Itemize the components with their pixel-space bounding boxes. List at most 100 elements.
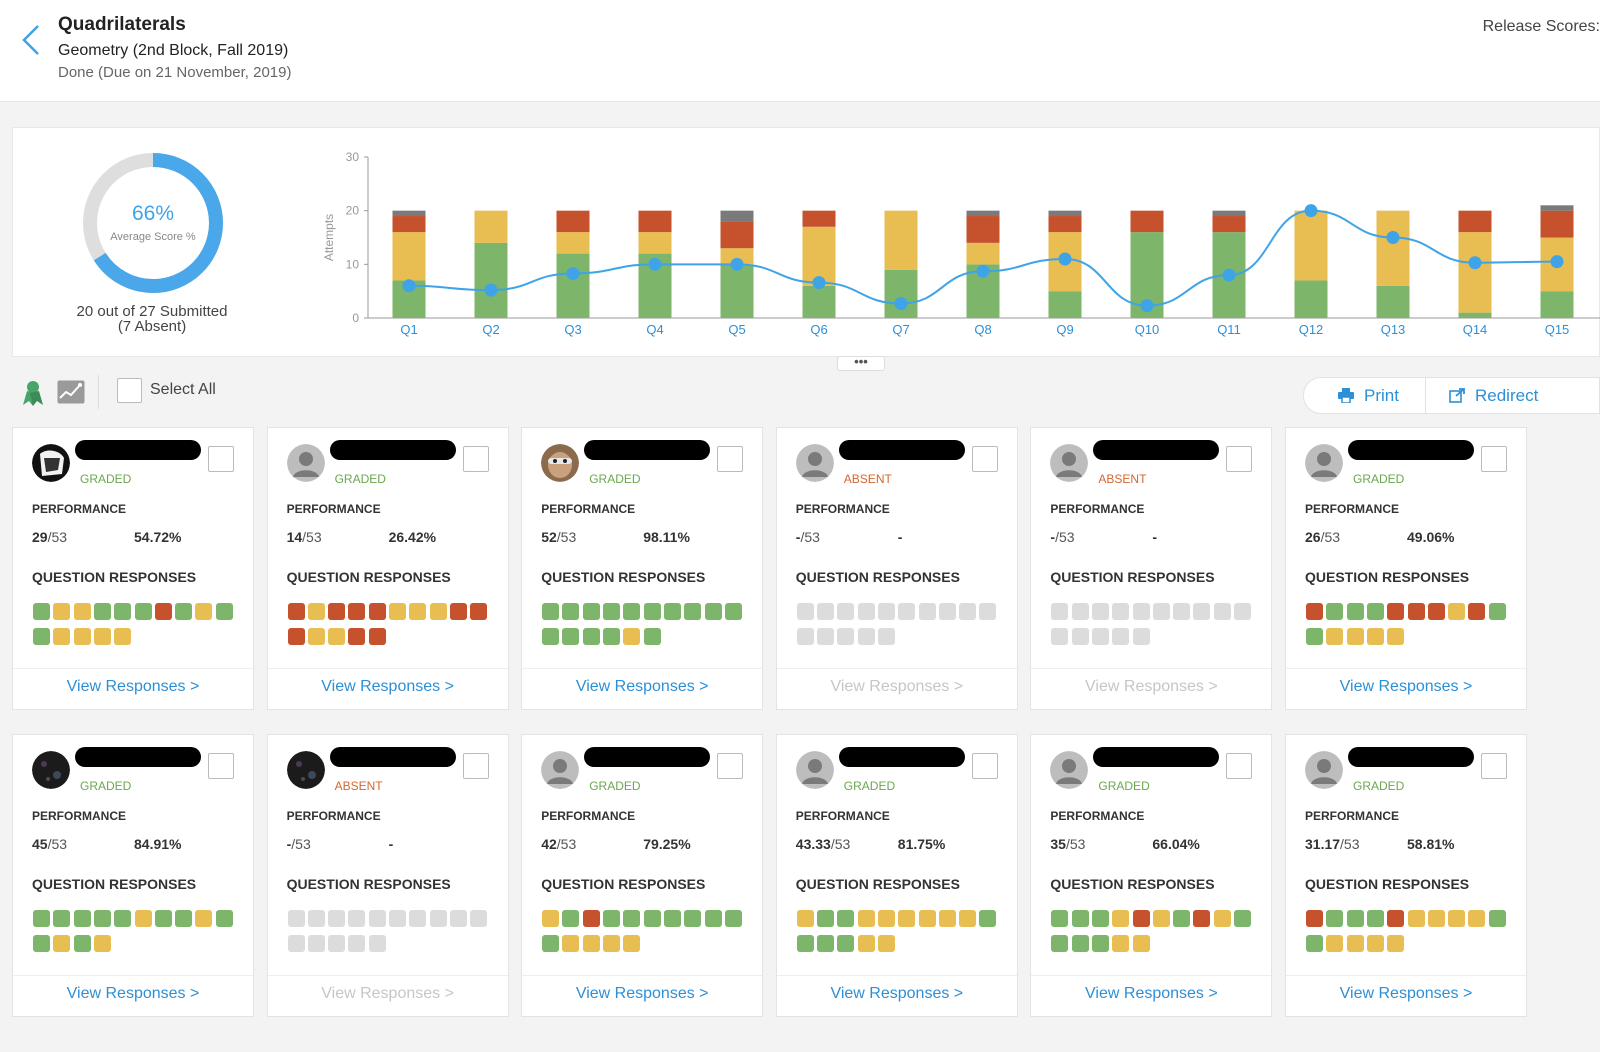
question-response-square[interactable]	[195, 603, 213, 620]
question-response-square[interactable]	[1051, 935, 1069, 952]
question-response-square[interactable]	[1091, 935, 1109, 952]
question-response-square[interactable]	[877, 935, 895, 952]
question-response-square[interactable]	[1132, 910, 1150, 927]
analytics-chart-icon[interactable]	[57, 380, 85, 404]
question-response-square[interactable]	[1051, 603, 1069, 620]
question-response-square[interactable]	[1234, 910, 1252, 927]
question-response-square[interactable]	[959, 603, 977, 620]
question-response-square[interactable]	[979, 603, 997, 620]
question-response-square[interactable]	[1234, 603, 1252, 620]
question-response-square[interactable]	[837, 628, 855, 645]
question-response-square[interactable]	[837, 910, 855, 927]
question-response-square[interactable]	[562, 910, 580, 927]
question-response-square[interactable]	[1468, 910, 1486, 927]
question-response-square[interactable]	[1407, 603, 1425, 620]
question-response-square[interactable]	[1427, 603, 1445, 620]
select-all-checkbox[interactable]	[117, 378, 142, 403]
student-select-checkbox[interactable]	[971, 446, 998, 472]
question-response-square[interactable]	[348, 628, 366, 645]
question-response-square[interactable]	[724, 603, 742, 620]
question-response-square[interactable]	[1152, 603, 1170, 620]
question-response-square[interactable]	[1326, 603, 1344, 620]
question-response-square[interactable]	[1488, 603, 1506, 620]
question-response-square[interactable]	[1306, 935, 1323, 952]
question-response-square[interactable]	[449, 603, 467, 620]
question-response-square[interactable]	[623, 628, 641, 645]
question-response-square[interactable]	[215, 910, 233, 927]
view-responses-link[interactable]: View Responses >	[268, 678, 508, 696]
question-response-square[interactable]	[287, 628, 305, 645]
question-response-square[interactable]	[877, 603, 895, 620]
question-response-square[interactable]	[1326, 628, 1344, 645]
question-response-square[interactable]	[643, 603, 661, 620]
question-response-square[interactable]	[623, 603, 641, 620]
question-response-square[interactable]	[368, 910, 386, 927]
question-response-square[interactable]	[857, 910, 875, 927]
question-response-square[interactable]	[1387, 603, 1405, 620]
question-response-square[interactable]	[33, 628, 50, 645]
question-response-square[interactable]	[684, 603, 702, 620]
question-response-square[interactable]	[837, 603, 855, 620]
question-response-square[interactable]	[154, 910, 172, 927]
question-response-square[interactable]	[796, 628, 814, 645]
question-response-square[interactable]	[1071, 910, 1089, 927]
question-response-square[interactable]	[1213, 910, 1231, 927]
question-response-square[interactable]	[542, 628, 560, 645]
question-response-square[interactable]	[1132, 935, 1150, 952]
award-ribbon-icon[interactable]	[22, 379, 44, 407]
question-response-square[interactable]	[1152, 910, 1170, 927]
question-response-square[interactable]	[53, 603, 71, 620]
view-responses-link[interactable]: View Responses >	[1286, 985, 1526, 1003]
view-responses-link[interactable]: View Responses >	[13, 678, 253, 696]
expand-summary-button[interactable]: •••	[837, 355, 885, 371]
question-response-square[interactable]	[409, 603, 427, 620]
redirect-button[interactable]: Redirect	[1449, 378, 1538, 413]
view-responses-link[interactable]: View Responses >	[522, 985, 762, 1003]
question-response-square[interactable]	[979, 910, 997, 927]
question-response-square[interactable]	[1051, 628, 1069, 645]
question-response-square[interactable]	[1488, 910, 1506, 927]
question-response-square[interactable]	[603, 935, 621, 952]
question-response-square[interactable]	[429, 603, 447, 620]
question-response-square[interactable]	[1173, 603, 1191, 620]
student-select-checkbox[interactable]	[1226, 446, 1253, 472]
question-response-square[interactable]	[134, 603, 152, 620]
question-response-square[interactable]	[93, 910, 111, 927]
question-response-square[interactable]	[562, 628, 580, 645]
question-response-square[interactable]	[1193, 603, 1211, 620]
question-response-square[interactable]	[1091, 628, 1109, 645]
question-response-square[interactable]	[796, 603, 814, 620]
question-response-square[interactable]	[287, 910, 305, 927]
question-response-square[interactable]	[73, 910, 91, 927]
view-responses-link[interactable]: View Responses >	[268, 985, 508, 1003]
question-response-square[interactable]	[1132, 628, 1150, 645]
question-response-square[interactable]	[1091, 910, 1109, 927]
view-responses-link[interactable]: View Responses >	[522, 678, 762, 696]
view-responses-link[interactable]: View Responses >	[777, 985, 1017, 1003]
question-response-square[interactable]	[33, 935, 50, 952]
question-response-square[interactable]	[938, 910, 956, 927]
question-response-square[interactable]	[1326, 935, 1344, 952]
question-response-square[interactable]	[1366, 935, 1384, 952]
question-response-square[interactable]	[328, 603, 346, 620]
question-response-square[interactable]	[582, 910, 600, 927]
question-response-square[interactable]	[837, 935, 855, 952]
question-response-square[interactable]	[348, 603, 366, 620]
student-select-checkbox[interactable]	[1226, 753, 1253, 779]
question-response-square[interactable]	[307, 603, 325, 620]
question-response-square[interactable]	[93, 628, 111, 645]
student-select-checkbox[interactable]	[462, 753, 489, 779]
question-response-square[interactable]	[1112, 628, 1130, 645]
question-response-square[interactable]	[449, 910, 467, 927]
question-response-square[interactable]	[287, 603, 305, 620]
question-response-square[interactable]	[1306, 628, 1323, 645]
question-response-square[interactable]	[53, 910, 71, 927]
question-response-square[interactable]	[389, 603, 407, 620]
student-select-checkbox[interactable]	[1481, 446, 1507, 472]
question-response-square[interactable]	[724, 910, 742, 927]
question-response-square[interactable]	[1213, 603, 1231, 620]
question-response-square[interactable]	[409, 910, 427, 927]
question-response-square[interactable]	[918, 910, 936, 927]
question-response-square[interactable]	[1306, 910, 1323, 927]
question-response-square[interactable]	[562, 935, 580, 952]
